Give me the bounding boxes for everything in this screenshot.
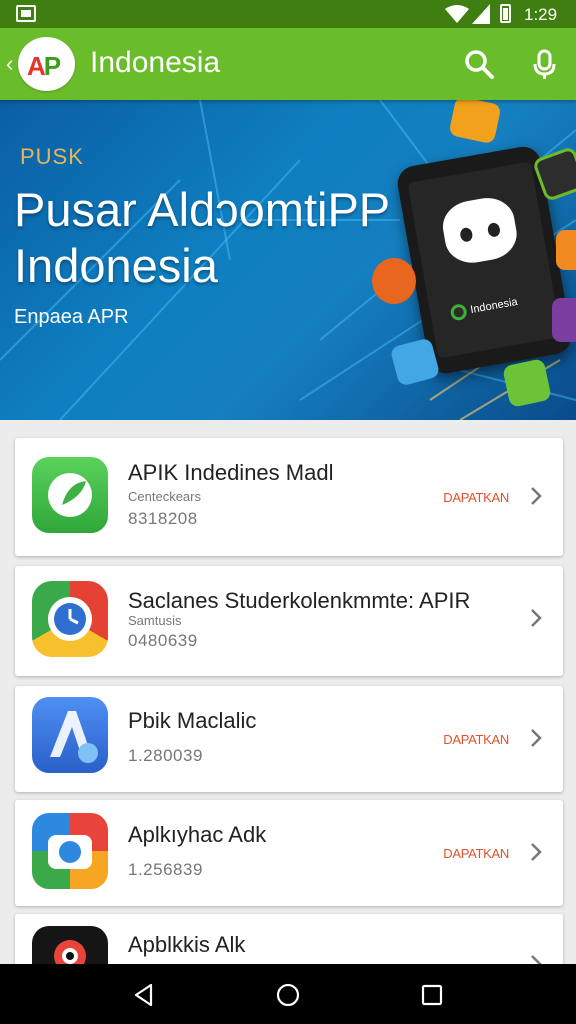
hero-subtitle: Enpaea APR xyxy=(14,306,129,328)
green-leaf-icon xyxy=(32,457,108,533)
logo-a: A xyxy=(27,51,46,81)
camera-app-icon xyxy=(32,813,108,889)
list-item[interactable]: APIK Indedines Madl Centeckears 8318208 … xyxy=(15,438,563,556)
chevron-right-icon[interactable] xyxy=(529,842,543,862)
get-button[interactable]: DAPATKAN xyxy=(443,490,509,505)
list-item[interactable]: Saclanes Studerkolenkmmte: APIR Samtusis… xyxy=(15,566,563,676)
phone-screen-illustration: Indonesia xyxy=(407,161,562,359)
phone-screen: 1:29 ‹ AP Indonesia PUSK Pusar AldɔomtiP… xyxy=(0,0,576,1024)
app-size: 8318208 xyxy=(128,509,198,528)
notification-icon xyxy=(16,5,36,22)
home-icon[interactable] xyxy=(275,982,301,1008)
chevron-right-icon[interactable] xyxy=(529,608,543,628)
blue-a-icon xyxy=(32,697,108,773)
chevron-right-icon[interactable] xyxy=(529,954,543,964)
status-bar: 1:29 xyxy=(0,0,576,28)
system-nav-bar xyxy=(0,964,576,1024)
app-logo[interactable]: AP xyxy=(18,37,75,91)
app-subtitle: Centeckears xyxy=(128,489,201,504)
lens-glyph-icon xyxy=(54,940,86,964)
device-logo-icon xyxy=(449,303,468,322)
app-name: Apblkkis Alk xyxy=(128,932,246,957)
hero-banner[interactable]: PUSK Pusar AldɔomtiPP Indonesia Enpaea A… xyxy=(0,100,576,420)
app-list: APIK Indedines Madl Centeckears 8318208 … xyxy=(0,420,576,964)
app-size: 0480639 xyxy=(128,631,198,650)
floating-app-icon-6 xyxy=(556,230,576,270)
app-size: 1.256839 xyxy=(128,860,203,879)
app-size: 1.280039 xyxy=(128,746,203,765)
chevron-right-icon[interactable] xyxy=(529,728,543,748)
search-icon[interactable] xyxy=(461,46,497,82)
list-item[interactable]: Pbik Maclalic 1.280039 DAPATKAN xyxy=(15,686,563,792)
app-name: Saclanes Studerkolenkmmte: APIR xyxy=(128,588,471,613)
list-item[interactable]: Apblkkis Alk xyxy=(15,914,563,964)
status-time: 1:29 xyxy=(524,5,558,24)
leaf-glyph-icon xyxy=(48,473,92,517)
a-letter-glyph-icon xyxy=(50,711,98,763)
get-button[interactable]: DAPATKAN xyxy=(443,846,509,861)
app-name: Pbik Maclalic xyxy=(128,708,257,733)
app-name: Aplkıyhac Adk xyxy=(128,822,267,847)
wifi-icon xyxy=(445,5,469,23)
list-item[interactable]: Aplkıyhac Adk 1.256839 DAPATKAN xyxy=(15,800,563,906)
floating-app-icon-5 xyxy=(502,358,552,408)
signal-icon xyxy=(472,4,490,24)
dark-camera-icon xyxy=(32,926,108,964)
device-label: Indonesia xyxy=(469,295,519,317)
app-subtitle: Samtusis xyxy=(128,613,182,628)
chrome-style-icon xyxy=(32,581,108,657)
app-name: APIK Indedines Madl xyxy=(128,460,334,485)
recents-icon[interactable] xyxy=(419,982,445,1008)
logo-p: P xyxy=(43,51,61,81)
cat-mascot-icon xyxy=(438,193,521,268)
app-bar: ‹ AP Indonesia xyxy=(0,28,576,100)
floating-app-icon-3 xyxy=(372,258,416,304)
camera-glyph-icon xyxy=(48,835,92,869)
hero-kicker: PUSK xyxy=(20,144,84,169)
mic-icon[interactable] xyxy=(527,46,563,82)
floating-app-icon-7 xyxy=(552,298,576,342)
back-icon[interactable] xyxy=(131,982,157,1008)
page-title: Indonesia xyxy=(90,46,221,79)
get-button[interactable]: DAPATKAN xyxy=(443,732,509,747)
chevron-right-icon[interactable] xyxy=(529,486,543,506)
logo-text: AP xyxy=(27,51,61,82)
hero-title-line1: Pusar AldɔomtiPP xyxy=(14,183,391,236)
clock-glyph-icon xyxy=(48,597,92,641)
battery-icon xyxy=(500,4,511,23)
